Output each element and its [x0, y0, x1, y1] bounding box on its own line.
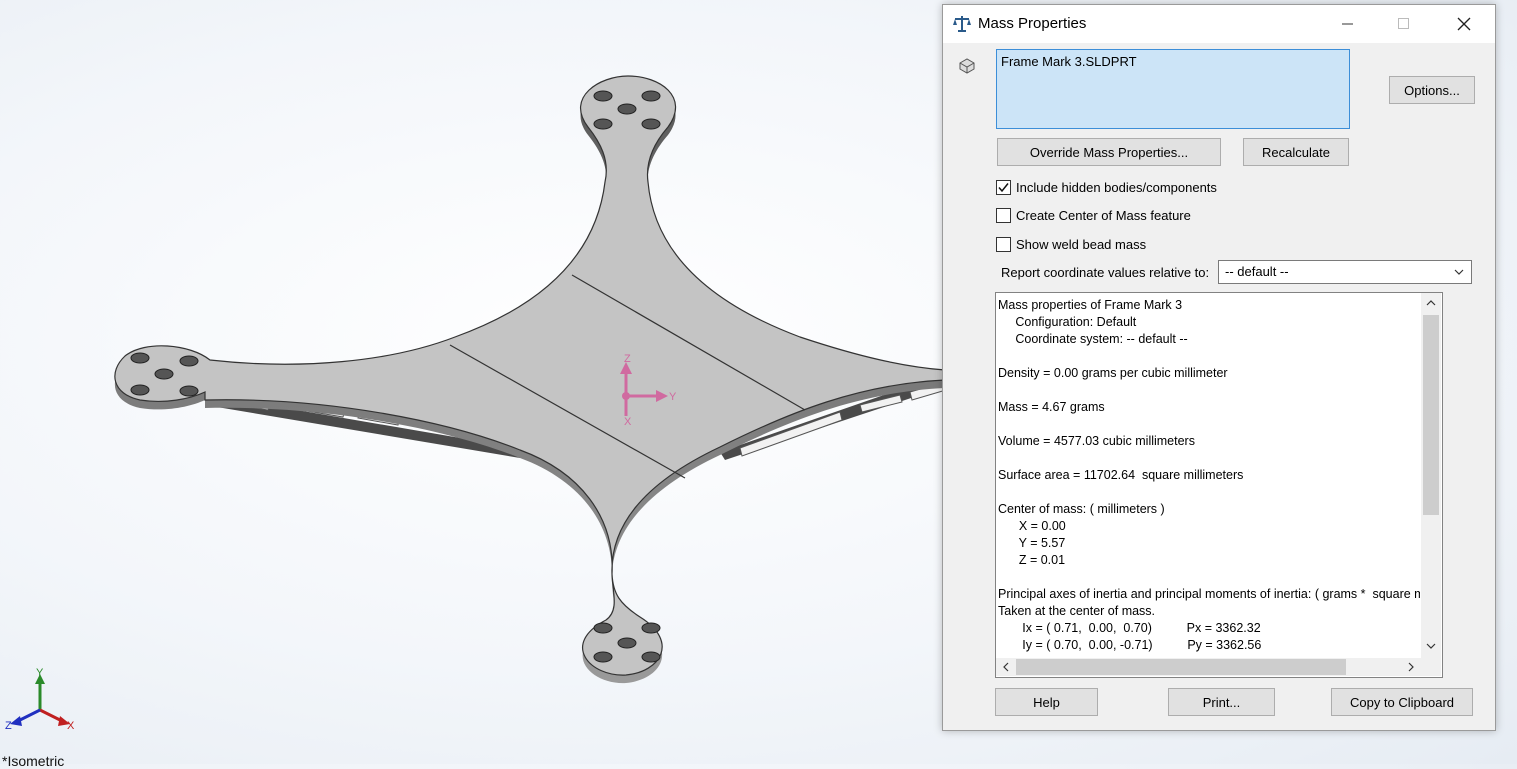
selected-items-list[interactable]: Frame Mark 3.SLDPRT — [996, 49, 1350, 129]
results-line: Surface area = 11702.64 square millimete… — [998, 468, 1244, 482]
results-line — [998, 348, 1420, 365]
selected-item[interactable]: Frame Mark 3.SLDPRT — [1001, 54, 1137, 69]
create-center-of-mass-checkbox[interactable] — [996, 207, 1011, 223]
results-line — [998, 450, 1420, 467]
minimize-icon — [1342, 23, 1353, 25]
origin-x-label: X — [624, 416, 632, 428]
results-line — [998, 416, 1420, 433]
results-line: Mass = 4.67 grams — [998, 400, 1105, 414]
show-weld-bead-mass-checkbox[interactable] — [996, 236, 1011, 252]
results-line: Taken at the center of mass. — [998, 604, 1156, 618]
results-line: Ix = ( 0.71, 0.00, 0.70) Px = 3362.32 — [998, 621, 1261, 635]
results-panel[interactable]: Mass properties of Frame Mark 3 Configur… — [995, 292, 1443, 678]
view-orientation-label: *Isometric — [2, 753, 65, 769]
help-button[interactable]: Help — [995, 688, 1098, 716]
copy-to-clipboard-button[interactable]: Copy to Clipboard — [1331, 688, 1473, 716]
vertical-scroll-thumb[interactable] — [1423, 315, 1439, 515]
chevron-down-icon — [1454, 269, 1464, 275]
vertical-scrollbar[interactable] — [1421, 293, 1441, 658]
recalculate-button[interactable]: Recalculate — [1243, 138, 1349, 166]
results-line — [998, 382, 1420, 399]
coordinate-system-select[interactable]: -- default -- — [1218, 260, 1472, 284]
close-icon — [1457, 17, 1471, 31]
frame-top-plate — [114, 75, 946, 676]
results-line: Configuration: Default — [998, 315, 1137, 329]
balance-scale-icon — [953, 16, 971, 32]
close-button[interactable] — [1441, 5, 1487, 43]
dialog-title: Mass Properties — [978, 15, 1087, 32]
mass-properties-dialog: Mass Properties Frame Mark 3.SLDPRT Opti… — [942, 4, 1496, 731]
report-coordinates-label: Report coordinate values relative to: — [1001, 265, 1210, 280]
dialog-titlebar[interactable]: Mass Properties — [943, 5, 1495, 43]
results-line: Z = 0.01 — [998, 553, 1066, 567]
results-line: Coordinate system: -- default -- — [998, 332, 1188, 346]
checkmark-icon — [998, 182, 1009, 192]
results-line: Volume = 4577.03 cubic millimeters — [998, 434, 1195, 448]
results-line: Principal axes of inertia and principal … — [998, 587, 1420, 601]
horizontal-scrollbar[interactable] — [996, 658, 1421, 676]
print-button[interactable]: Print... — [1168, 688, 1275, 716]
maximize-button[interactable] — [1381, 5, 1427, 43]
show-weld-bead-mass-label: Show weld bead mass — [1016, 236, 1147, 252]
create-center-of-mass-label: Create Center of Mass feature — [1016, 207, 1191, 223]
options-button[interactable]: Options... — [1389, 76, 1475, 104]
chevron-down-icon[interactable] — [1425, 640, 1437, 652]
create-center-of-mass-option[interactable]: Create Center of Mass feature — [996, 206, 1191, 224]
origin-y-label: Y — [669, 391, 677, 403]
origin-z-label: Z — [624, 353, 631, 365]
results-line — [998, 484, 1420, 501]
chevron-up-icon[interactable] — [1425, 297, 1437, 309]
view-triad: Y X Z — [5, 667, 75, 732]
part-icon — [959, 58, 975, 74]
minimize-button[interactable] — [1325, 5, 1371, 43]
chevron-right-icon[interactable] — [1405, 661, 1417, 673]
scrollbar-corner — [1421, 658, 1441, 676]
results-line: Iy = ( 0.70, 0.00, -0.71) Py = 3362.56 — [998, 638, 1262, 652]
include-hidden-bodies-checkbox[interactable] — [996, 179, 1011, 195]
include-hidden-bodies-option[interactable]: Include hidden bodies/components — [996, 178, 1217, 196]
results-line: Center of mass: ( millimeters ) — [998, 502, 1165, 516]
horizontal-scroll-thumb[interactable] — [1016, 659, 1346, 675]
show-weld-bead-mass-option[interactable]: Show weld bead mass — [996, 235, 1146, 253]
override-mass-properties-button[interactable]: Override Mass Properties... — [997, 138, 1221, 166]
maximize-icon — [1398, 18, 1409, 29]
results-line: Density = 0.00 grams per cubic millimete… — [998, 366, 1228, 380]
results-line: Y = 5.57 — [998, 536, 1066, 550]
coordinate-system-value: -- default -- — [1225, 264, 1289, 279]
results-text: Mass properties of Frame Mark 3 Configur… — [998, 297, 1420, 654]
include-hidden-bodies-label: Include hidden bodies/components — [1016, 179, 1217, 195]
results-line — [998, 569, 1420, 586]
results-line: X = 0.00 — [998, 519, 1066, 533]
chevron-left-icon[interactable] — [1000, 661, 1012, 673]
triad-x-label: X — [67, 720, 75, 732]
results-line: Mass properties of Frame Mark 3 — [998, 298, 1183, 312]
triad-y-label: Y — [36, 667, 44, 679]
triad-z-label: Z — [5, 720, 12, 732]
